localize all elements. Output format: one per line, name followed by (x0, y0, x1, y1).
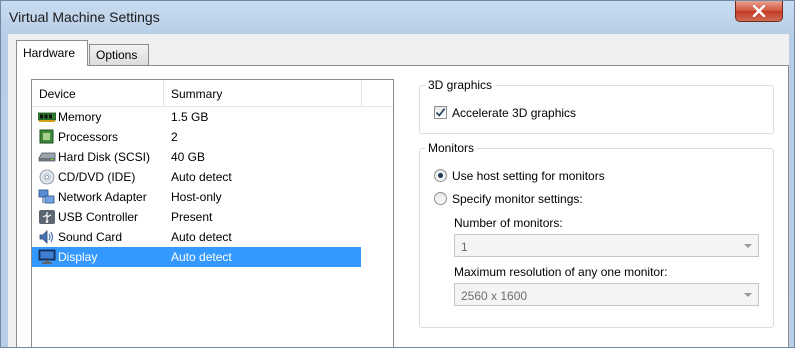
accelerate-3d-label[interactable]: Accelerate 3D graphics (452, 106, 576, 120)
use-host-monitors-radio[interactable] (434, 169, 447, 182)
column-header-summary[interactable]: Summary (171, 87, 222, 101)
device-name: Processors (58, 130, 119, 144)
memory-icon (38, 112, 56, 122)
device-row-memory[interactable]: Memory 1.5 GB (32, 107, 361, 127)
close-icon (752, 5, 766, 17)
monitors-group-label: Monitors (425, 141, 478, 155)
radio-selected-dot (438, 173, 443, 178)
checkmark-icon (435, 108, 446, 117)
device-summary: 40 GB (171, 150, 206, 164)
number-of-monitors-label: Number of monitors: (454, 216, 563, 230)
device-list-header: Device Summary (32, 80, 393, 107)
specify-monitors-radio[interactable] (434, 192, 447, 205)
graphics-3d-group-label: 3D graphics (425, 78, 496, 92)
device-name: CD/DVD (IDE) (58, 170, 136, 184)
device-list[interactable]: Device Summary Memory 1.5 GB Processors … (31, 79, 394, 347)
device-row-usb-controller[interactable]: USB Controller Present (32, 207, 361, 227)
number-of-monitors-value: 1 (461, 240, 468, 254)
device-row-display[interactable]: Display Auto detect (32, 247, 361, 267)
hard-disk-icon (38, 152, 56, 162)
device-summary: Host-only (171, 190, 222, 204)
max-resolution-value: 2560 x 1600 (461, 289, 528, 303)
settings-window: Virtual Machine Settings Hardware Option… (0, 0, 795, 348)
device-name: Sound Card (58, 230, 123, 244)
max-resolution-label: Maximum resolution of any one monitor: (454, 265, 668, 279)
specify-monitors-label[interactable]: Specify monitor settings: (452, 192, 583, 206)
device-row-hard-disk[interactable]: Hard Disk (SCSI) 40 GB (32, 147, 361, 167)
device-summary: 2 (171, 130, 178, 144)
device-row-processors[interactable]: Processors 2 (32, 127, 361, 147)
max-resolution-select[interactable]: 2560 x 1600 (454, 283, 759, 306)
tab-options[interactable]: Options (89, 44, 149, 65)
device-summary: Auto detect (171, 230, 232, 244)
number-of-monitors-select[interactable]: 1 (454, 234, 759, 257)
cd-dvd-icon (39, 169, 55, 185)
dialog-client-area: Hardware Options Device Summary Memory 1… (8, 34, 789, 347)
processor-icon (39, 129, 54, 144)
device-row-cd-dvd[interactable]: CD/DVD (IDE) Auto detect (32, 167, 361, 187)
close-button[interactable] (735, 1, 783, 22)
column-header-device[interactable]: Device (39, 87, 76, 101)
sound-card-icon (39, 230, 54, 244)
chevron-down-icon (744, 244, 752, 248)
device-summary: Auto detect (171, 170, 232, 184)
chevron-down-icon (744, 293, 752, 297)
column-separator[interactable] (361, 80, 362, 106)
window-title: Virtual Machine Settings (9, 9, 160, 25)
device-summary: Present (171, 210, 213, 224)
device-name: Hard Disk (SCSI) (58, 150, 151, 164)
usb-controller-icon (39, 210, 55, 224)
hardware-tab-panel: Device Summary Memory 1.5 GB Processors … (16, 65, 789, 347)
device-name: Display (58, 250, 98, 264)
network-adapter-icon (38, 189, 55, 204)
device-name: Network Adapter (58, 190, 147, 204)
device-name: Memory (58, 110, 102, 124)
device-row-sound-card[interactable]: Sound Card Auto detect (32, 227, 361, 247)
column-separator[interactable] (163, 80, 164, 106)
device-summary: 1.5 GB (171, 110, 209, 124)
title-bar[interactable]: Virtual Machine Settings (1, 1, 794, 33)
accelerate-3d-checkbox[interactable] (434, 106, 447, 119)
use-host-monitors-label[interactable]: Use host setting for monitors (452, 169, 605, 183)
device-name: USB Controller (58, 210, 139, 224)
device-summary: Auto detect (171, 250, 232, 264)
display-icon (38, 249, 56, 264)
device-row-network-adapter[interactable]: Network Adapter Host-only (32, 187, 361, 207)
tab-hardware[interactable]: Hardware (16, 40, 88, 66)
